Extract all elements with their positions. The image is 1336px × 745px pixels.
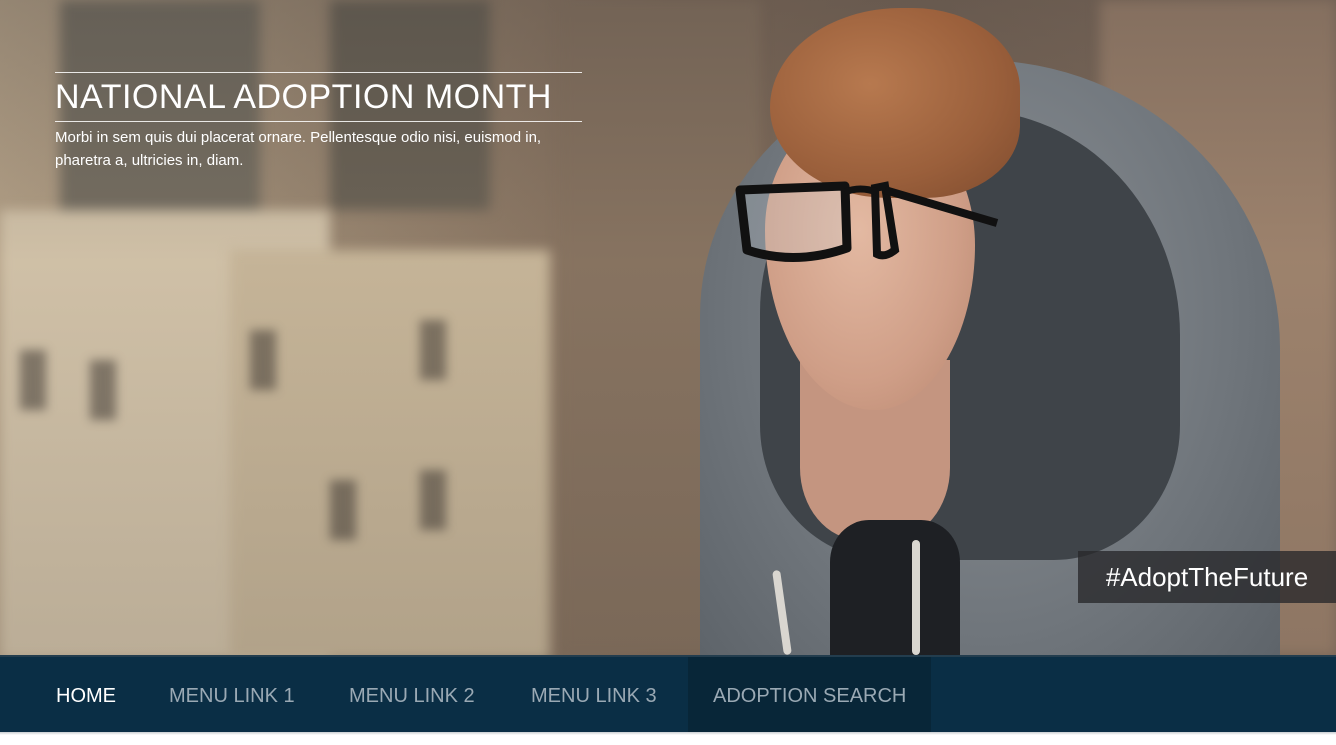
- nav-item-menu-link-1[interactable]: MENU LINK 1: [169, 657, 295, 732]
- nav-item-home[interactable]: HOME: [56, 657, 116, 732]
- glasses-icon: [735, 181, 999, 263]
- hoodie-string: [912, 540, 920, 655]
- page-title: NATIONAL ADOPTION MONTH: [55, 78, 552, 116]
- nav-item-menu-link-2[interactable]: MENU LINK 2: [349, 657, 475, 732]
- hashtag-badge: #AdoptTheFuture: [1078, 551, 1336, 603]
- hair: [770, 8, 1020, 198]
- nav-item-adoption-search[interactable]: ADOPTION SEARCH: [688, 657, 932, 732]
- hero-subtitle: Morbi in sem quis dui placerat ornare. P…: [55, 129, 542, 169]
- divider: [55, 121, 582, 122]
- main-navigation: HOME MENU LINK 1 MENU LINK 2 MENU LINK 3…: [0, 655, 1336, 732]
- nav-item-menu-link-3[interactable]: MENU LINK 3: [531, 657, 657, 732]
- shirt: [830, 520, 960, 655]
- hero-banner: NATIONAL ADOPTION MONTH Morbi in sem qui…: [0, 0, 1336, 655]
- hero-headline: NATIONAL ADOPTION MONTH Morbi in sem qui…: [55, 72, 582, 172]
- nav-shadow: [0, 732, 1336, 735]
